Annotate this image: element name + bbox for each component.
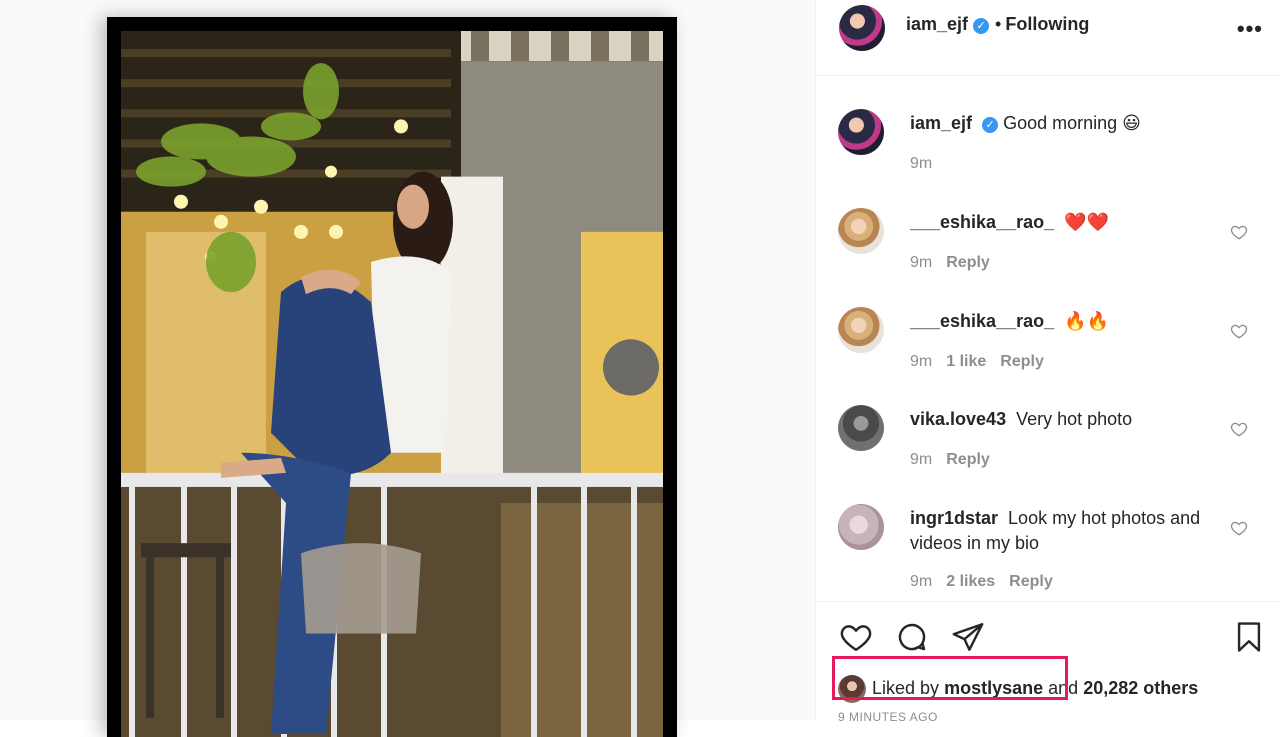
liked-by-user[interactable]: mostlysane	[944, 678, 1043, 698]
caption-body: Good morning 😃	[1003, 113, 1141, 133]
commenter-avatar[interactable]	[838, 208, 884, 254]
commenter-avatar[interactable]	[838, 307, 884, 353]
caption-meta: 9m	[910, 155, 946, 173]
reply-button[interactable]: Reply	[1009, 573, 1053, 590]
comment-meta: 9m 1 like Reply	[910, 353, 1058, 371]
comment-body: Very hot photo	[1016, 409, 1133, 429]
comment-text: ___eshika__rao_ 🔥🔥	[910, 309, 1220, 334]
comment-time: 9m	[910, 451, 933, 468]
caption-time: 9m	[910, 155, 933, 172]
comment-likes[interactable]: 2 likes	[946, 573, 995, 590]
comment-username[interactable]: ___eshika__rao_	[910, 212, 1054, 232]
comment-body: ❤️❤️	[1064, 212, 1109, 232]
comment-like-heart-icon[interactable]	[1230, 519, 1248, 537]
comments-list[interactable]: iam_ejf ✓ Good morning 😃 9m ___eshika__ra…	[816, 76, 1280, 601]
comment-username[interactable]: vika.love43	[910, 409, 1006, 429]
comment-text: ___eshika__rao_ ❤️❤️	[910, 210, 1220, 235]
post-media-area	[0, 0, 815, 737]
post-photo-frame	[107, 17, 677, 737]
caption-avatar[interactable]	[838, 109, 884, 155]
share-icon[interactable]	[950, 620, 986, 654]
heart-icon[interactable]	[838, 620, 874, 654]
comment-time: 9m	[910, 353, 933, 370]
photo-illustration	[121, 31, 663, 737]
post-header: iam_ejf ✓ • Following •••	[816, 0, 1280, 76]
following-button[interactable]: Following	[1005, 14, 1089, 34]
liked-by-prefix: Liked by	[872, 678, 940, 698]
post-photo[interactable]	[121, 31, 663, 737]
post-side-panel: iam_ejf ✓ • Following ••• iam_ejf ✓ Good mor…	[815, 0, 1280, 724]
reply-button[interactable]: Reply	[946, 254, 990, 271]
liked-by-line: Liked by mostlysane and 20,282 others	[838, 668, 1198, 708]
caption-text: iam_ejf ✓ Good morning 😃	[910, 111, 1220, 136]
comment-body: 🔥🔥	[1064, 311, 1109, 331]
post-actions: Liked by mostlysane and 20,282 others 9 …	[816, 601, 1280, 724]
comment-time: 9m	[910, 254, 933, 271]
comment-icon[interactable]	[894, 620, 930, 654]
comment-username[interactable]: ___eshika__rao_	[910, 311, 1054, 331]
comment-like-heart-icon[interactable]	[1230, 223, 1248, 241]
comment-likes[interactable]: 1 like	[946, 353, 986, 370]
comment-time: 9m	[910, 573, 933, 590]
comment-text: ingr1dstar Look my hot photos and videos…	[910, 506, 1220, 556]
commenter-avatar[interactable]	[838, 405, 884, 451]
author-avatar[interactable]	[839, 5, 885, 51]
commenter-avatar[interactable]	[838, 504, 884, 550]
author-info: iam_ejf ✓ • Following	[906, 14, 1089, 35]
comment-like-heart-icon[interactable]	[1230, 322, 1248, 340]
comment-like-heart-icon[interactable]	[1230, 420, 1248, 438]
verified-badge-icon: ✓	[973, 18, 990, 34]
author-username[interactable]: iam_ejf	[906, 14, 968, 34]
verified-badge-icon: ✓	[982, 117, 999, 133]
liker-avatar[interactable]	[838, 675, 866, 704]
reply-button[interactable]: Reply	[1000, 353, 1044, 370]
caption-username[interactable]: iam_ejf	[910, 113, 972, 133]
likes-count-link[interactable]: 20,282 others	[1083, 678, 1198, 698]
bookmark-icon[interactable]	[1231, 620, 1267, 654]
comment-meta: 9m Reply	[910, 254, 1004, 272]
liked-by-suffix: and	[1048, 678, 1079, 698]
comment-meta: 9m Reply	[910, 451, 1004, 469]
comment-text: vika.love43 Very hot photo	[910, 407, 1220, 432]
reply-button[interactable]: Reply	[946, 451, 990, 468]
separator-dot: •	[995, 14, 1002, 34]
comment-meta: 9m 2 likes Reply	[910, 573, 1067, 591]
post-timestamp[interactable]: 9 MINUTES AGO	[838, 710, 938, 724]
more-horizontal-icon[interactable]: •••	[1237, 16, 1263, 42]
comment-username[interactable]: ingr1dstar	[910, 508, 998, 528]
